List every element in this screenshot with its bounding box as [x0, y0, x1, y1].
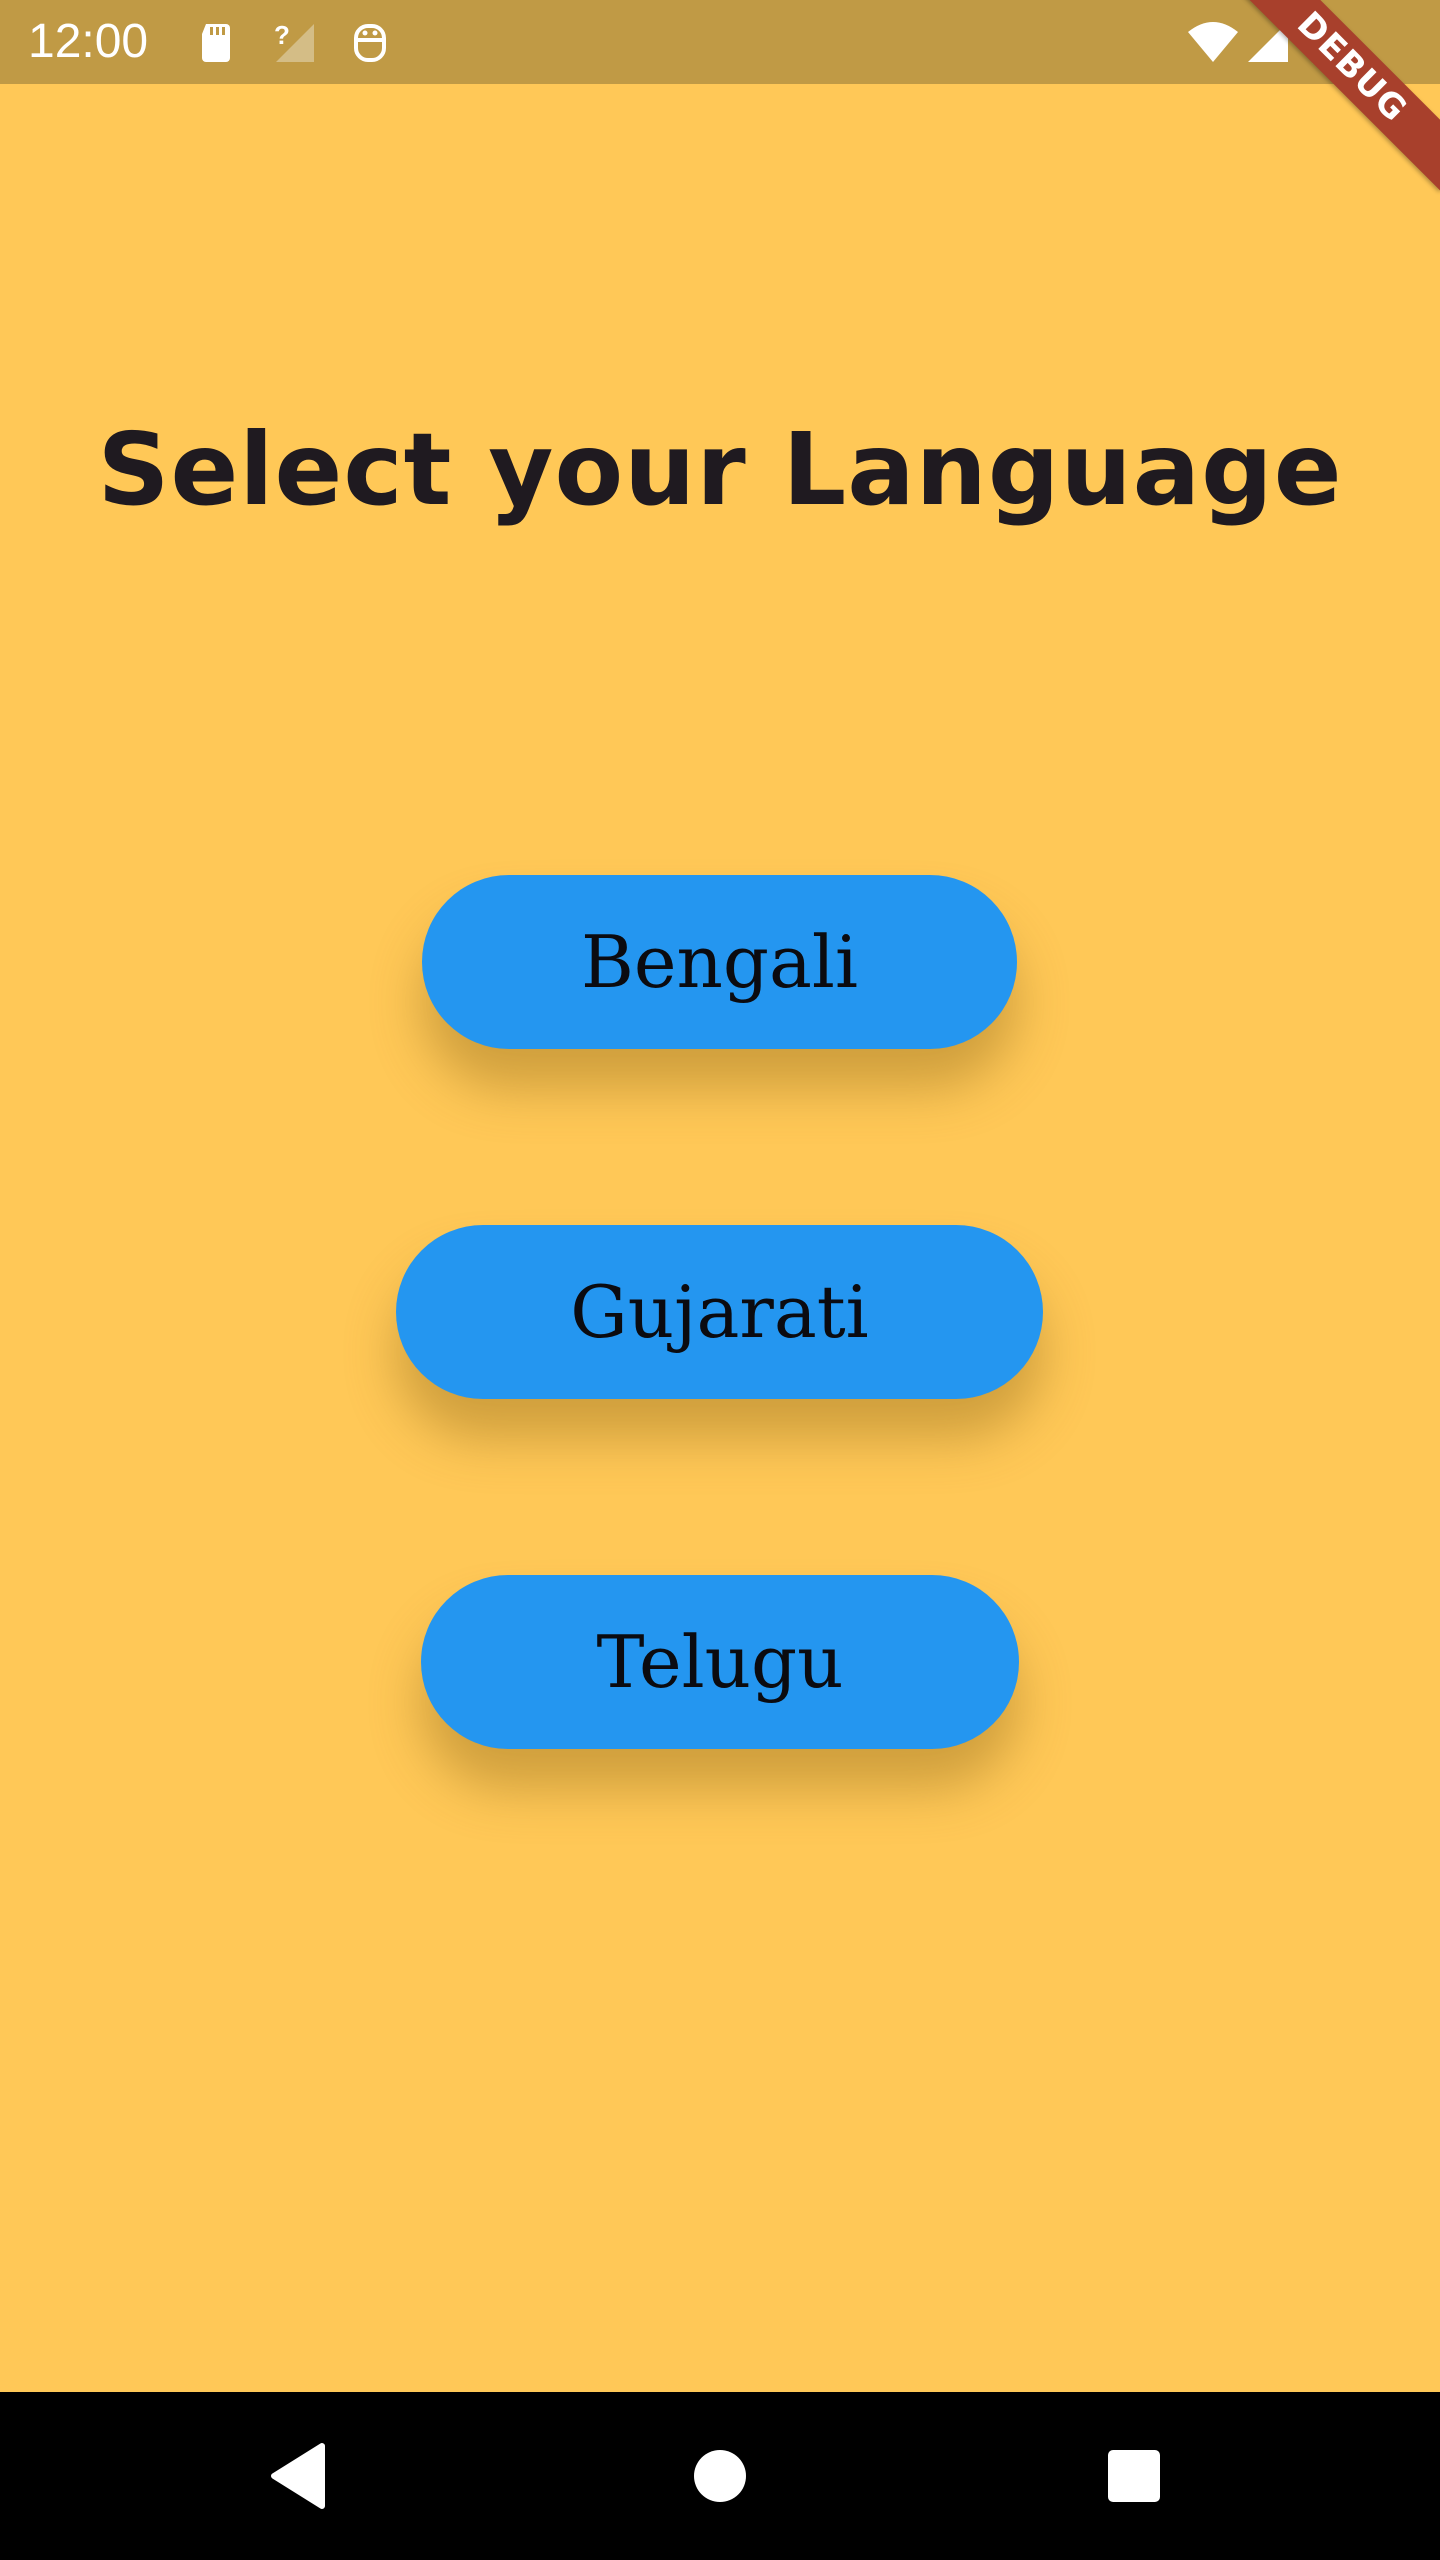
navigation-bar	[0, 2392, 1440, 2560]
back-icon[interactable]	[260, 2436, 340, 2516]
gujarati-button[interactable]: Gujarati	[396, 1225, 1043, 1399]
recents-icon[interactable]	[1094, 2436, 1174, 2516]
wifi-icon	[1188, 22, 1238, 62]
sd-card-icon	[202, 24, 230, 62]
status-bar: 12:00 ?	[0, 0, 1440, 84]
svg-text:?: ?	[274, 20, 290, 50]
accessibility-icon	[354, 24, 386, 62]
telugu-button[interactable]: Telugu	[421, 1575, 1019, 1749]
home-icon[interactable]	[680, 2436, 760, 2516]
bengali-button[interactable]: Bengali	[422, 875, 1017, 1049]
no-signal-icon: ?	[274, 20, 314, 62]
page-title: Select your Language	[97, 411, 1343, 528]
status-time: 12:00	[28, 15, 149, 68]
